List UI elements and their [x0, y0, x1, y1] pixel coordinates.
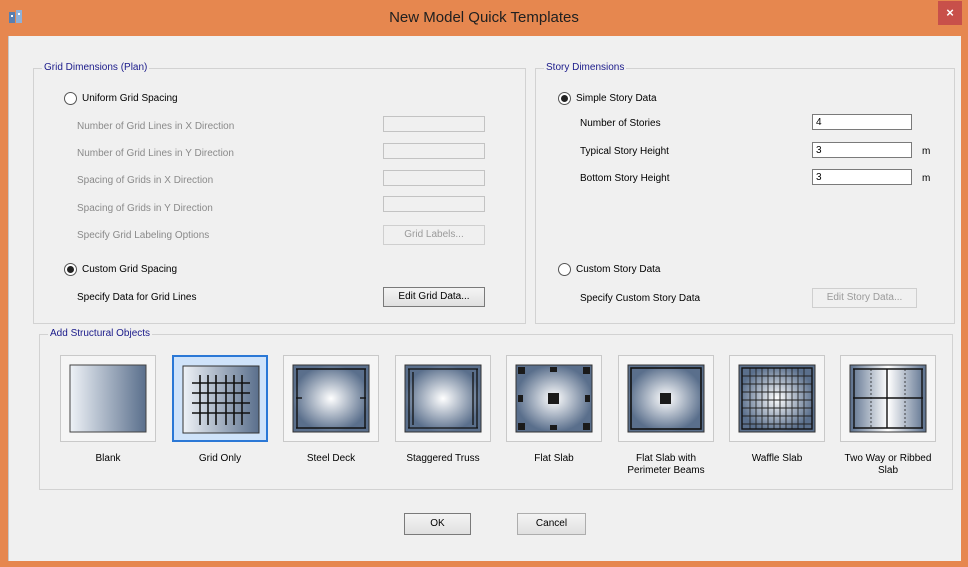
template-tile-steel-deck[interactable] [283, 355, 379, 442]
grid-lines-y-label: Number of Grid Lines in Y Direction [77, 148, 234, 159]
template-label-steel-deck: Steel Deck [306, 453, 356, 464]
story-dimensions-group: Story Dimensions [535, 62, 955, 324]
custom-grid-radio[interactable] [64, 263, 77, 276]
bottom-story-height-input[interactable]: 3 [812, 169, 912, 185]
typical-story-height-unit: m [922, 146, 931, 157]
staggered-truss-template-icon [404, 364, 482, 433]
window-title: New Model Quick Templates [389, 9, 579, 26]
grid-lines-x-input[interactable] [383, 116, 485, 132]
bottom-story-height-label: Bottom Story Height [580, 173, 670, 184]
flat-slab-perimeter-beams-template-icon [627, 364, 705, 433]
template-tile-staggered-truss[interactable] [395, 355, 491, 442]
grid-spacing-x-input[interactable] [383, 170, 485, 186]
blank-template-icon [69, 364, 147, 433]
edit-grid-data-button[interactable]: Edit Grid Data... [383, 287, 485, 307]
steel-deck-template-icon [292, 364, 370, 433]
specify-grid-data-label: Specify Data for Grid Lines [77, 292, 197, 303]
simple-story-label[interactable]: Simple Story Data [576, 93, 657, 104]
structural-objects-title: Add Structural Objects [48, 328, 153, 339]
template-label-blank: Blank [95, 453, 121, 464]
grid-lines-x-label: Number of Grid Lines in X Direction [77, 121, 235, 132]
typical-story-height-input[interactable]: 3 [812, 142, 912, 158]
template-label-staggered-truss: Staggered Truss [406, 453, 480, 464]
custom-grid-label[interactable]: Custom Grid Spacing [82, 264, 177, 275]
uniform-grid-radio[interactable] [64, 92, 77, 105]
waffle-slab-template-icon [738, 364, 816, 433]
ok-button[interactable]: OK [404, 513, 471, 535]
specify-custom-story-label: Specify Custom Story Data [580, 293, 701, 304]
number-of-stories-input[interactable]: 4 [812, 114, 912, 130]
grid-dimensions-title: Grid Dimensions (Plan) [42, 62, 150, 73]
template-tile-grid-only[interactable] [172, 355, 268, 442]
simple-story-radio[interactable] [558, 92, 571, 105]
template-tile-blank[interactable] [60, 355, 156, 442]
grid-only-template-icon [182, 365, 260, 434]
custom-story-radio[interactable] [558, 263, 571, 276]
bottom-story-height-unit: m [922, 173, 931, 184]
typical-story-height-label: Typical Story Height [580, 146, 669, 157]
grid-lines-y-input[interactable] [383, 143, 485, 159]
template-tile-flat-slab[interactable] [506, 355, 602, 442]
template-tile-waffle-slab[interactable] [729, 355, 825, 442]
grid-spacing-y-input[interactable] [383, 196, 485, 212]
edit-story-data-button[interactable]: Edit Story Data... [812, 288, 917, 308]
template-label-grid-only: Grid Only [198, 453, 242, 464]
close-button[interactable]: × [938, 1, 962, 25]
grid-labeling-label: Specify Grid Labeling Options [77, 230, 210, 241]
cancel-button[interactable]: Cancel [517, 513, 586, 535]
flat-slab-template-icon [515, 364, 593, 433]
template-label-flat-slab: Flat Slab [534, 453, 574, 464]
dialog-body: Grid Dimensions (Plan) Uniform Grid Spac… [8, 36, 961, 561]
dialog-window: New Model Quick Templates × Grid Dimensi… [0, 0, 968, 567]
number-of-stories-label: Number of Stories [580, 118, 661, 129]
grid-labels-button[interactable]: Grid Labels... [383, 225, 485, 245]
title-bar[interactable]: New Model Quick Templates × [0, 0, 968, 36]
grid-spacing-x-label: Spacing of Grids in X Direction [77, 175, 214, 186]
grid-spacing-y-label: Spacing of Grids in Y Direction [77, 203, 213, 214]
template-label-flat-slab-perimeter-beams: Flat Slab with Perimeter Beams [627, 453, 705, 476]
custom-story-label[interactable]: Custom Story Data [576, 264, 660, 275]
story-dimensions-title: Story Dimensions [544, 62, 627, 73]
two-way-ribbed-slab-template-icon [849, 364, 927, 433]
template-label-two-way-ribbed-slab: Two Way or Ribbed Slab [844, 453, 932, 476]
template-tile-two-way-ribbed-slab[interactable] [840, 355, 936, 442]
template-label-waffle-slab: Waffle Slab [751, 453, 803, 464]
uniform-grid-label[interactable]: Uniform Grid Spacing [82, 93, 178, 104]
template-tile-flat-slab-perimeter-beams[interactable] [618, 355, 714, 442]
